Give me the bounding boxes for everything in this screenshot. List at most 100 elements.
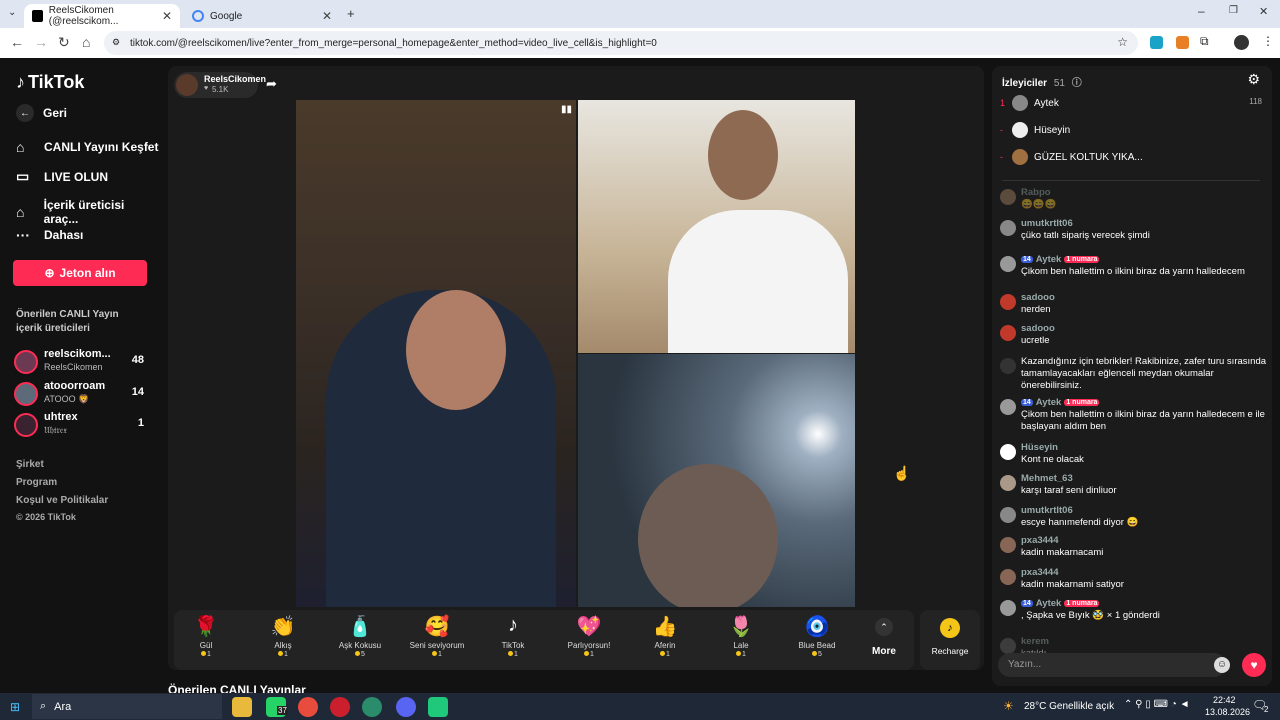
nav-explore-live[interactable]: ⌂ CANLI Yayını Keşfet <box>16 139 158 155</box>
heart-like-button[interactable]: ♥ <box>1242 653 1266 677</box>
opera-icon[interactable] <box>330 697 350 717</box>
video-guest-top[interactable] <box>578 100 855 353</box>
system-tray-icons[interactable]: ⌃ ⚲ ▯ ⌨ ◔ ◄ <box>1124 699 1189 710</box>
emoji-icon[interactable]: ☺ <box>1214 657 1230 673</box>
weather-text[interactable]: 28°C Genellikle açık <box>1024 701 1114 712</box>
metamask-icon[interactable] <box>1176 36 1189 49</box>
tab-tiktok[interactable]: ReelsCikomen (@reelscikom... ✕ <box>24 4 180 28</box>
bookmark-star-icon[interactable]: ☆ <box>1117 35 1128 49</box>
viewers-header[interactable]: İzleyiciler 51 ⓘ <box>1002 74 1082 89</box>
nav-more[interactable]: ··· Dahası <box>16 227 83 243</box>
discord-icon[interactable] <box>396 697 416 717</box>
chat-input[interactable]: Yazın... <box>998 653 1226 677</box>
restore-icon[interactable]: ❐ <box>1229 5 1238 16</box>
nav-creator-tools[interactable]: ⌂ İçerik üreticisi araç... <box>16 198 160 226</box>
tab-google[interactable]: Google ✕ <box>184 4 340 28</box>
forward-icon[interactable]: → <box>34 34 48 50</box>
creator-item[interactable]: reelscikom... ReelsCikomen 48 <box>14 348 154 376</box>
share-icon[interactable]: ➦ <box>266 76 277 92</box>
chat-username[interactable]: Aytek <box>1036 254 1062 265</box>
nav-go-live[interactable]: ▭ LIVE OLUN <box>16 168 108 185</box>
chat-username[interactable]: Mehmet_63 <box>1021 473 1073 484</box>
gift-name: Gül <box>199 641 213 650</box>
home-icon[interactable]: ⌂ <box>82 34 90 50</box>
price-value: 1 <box>666 651 670 658</box>
app-icon[interactable] <box>362 697 382 717</box>
chat-username[interactable]: Rabpo <box>1021 187 1051 198</box>
recharge-button[interactable]: ♪ Recharge <box>920 610 980 670</box>
gift-item[interactable]: 💖 Parlıyorsun! 1 <box>554 614 624 658</box>
chat-username[interactable]: umutkrtlt06 <box>1021 505 1073 516</box>
gift-item[interactable]: 🧿 Blue Bead 5 <box>782 614 852 658</box>
browser-menu-icon[interactable]: ⋮ <box>1262 34 1274 48</box>
video-guest-bottom[interactable] <box>578 354 855 607</box>
back-link[interactable]: ← Geri <box>16 104 67 122</box>
chat-username[interactable]: Aytek <box>1036 397 1062 408</box>
avatar[interactable] <box>1000 358 1016 374</box>
avatar[interactable] <box>1000 189 1016 205</box>
site-info-icon[interactable]: ⚙ <box>112 37 120 48</box>
clock-time[interactable]: 22:42 <box>1213 695 1236 705</box>
extensions-puzzle-icon[interactable]: ⧉ <box>1200 34 1209 49</box>
avatar[interactable] <box>1000 600 1016 616</box>
back-icon[interactable]: ← <box>10 34 24 50</box>
avatar[interactable] <box>1000 475 1016 491</box>
gift-item[interactable]: ♪ TikTok 1 <box>478 614 548 658</box>
chat-username[interactable]: pxa3444 <box>1021 567 1059 578</box>
video-main[interactable]: ▮▮ <box>296 100 576 607</box>
gift-item[interactable]: 🌷 Lale 1 <box>706 614 776 658</box>
top-viewer[interactable]: - Hüseyin <box>1000 122 1070 138</box>
creator-item[interactable]: atooorroam ATOOO 🦁 14 <box>14 380 154 408</box>
minimize-icon[interactable]: – <box>1198 4 1205 18</box>
taskbar-search[interactable]: ⌕ Ara <box>32 694 222 719</box>
gift-item[interactable]: 👏 Alkış 1 <box>248 614 318 658</box>
reload-icon[interactable]: ↻ <box>58 34 70 51</box>
gift-price: 1 <box>248 651 318 658</box>
footer-link-company[interactable]: Şirket <box>16 459 44 470</box>
avatar[interactable] <box>1000 256 1016 272</box>
avatar[interactable] <box>1000 399 1016 415</box>
avatar[interactable] <box>1000 444 1016 460</box>
tab-list-icon[interactable]: ⌄ <box>8 7 16 18</box>
top-viewer[interactable]: - GÜZEL KOLTUK YIKA... <box>1000 149 1143 165</box>
chat-username[interactable]: Aytek <box>1036 598 1062 609</box>
footer-link-program[interactable]: Program <box>16 477 57 488</box>
close-tab-icon[interactable]: ✕ <box>162 9 172 23</box>
get-coins-button[interactable]: ⊕ Jeton alın <box>13 260 147 286</box>
app-icon[interactable] <box>428 697 448 717</box>
tiktok-logo[interactable]: ♪ TikTok <box>16 72 84 93</box>
close-window-icon[interactable]: ✕ <box>1259 5 1268 18</box>
file-explorer-icon[interactable] <box>232 697 252 717</box>
avatar[interactable] <box>1000 294 1016 310</box>
gift-item[interactable]: 👍 Aferin 1 <box>630 614 700 658</box>
avatar[interactable] <box>1000 638 1016 654</box>
gift-item[interactable]: 🧴 Aşk Kokusu 5 <box>325 614 395 658</box>
chat-username[interactable]: Hüseyin <box>1021 442 1058 453</box>
close-tab-icon[interactable]: ✕ <box>322 9 332 23</box>
clock-date[interactable]: 13.08.2026 <box>1205 707 1250 717</box>
avatar[interactable] <box>1000 220 1016 236</box>
host-badge[interactable]: ReelsCikomen ♥ 5.1K <box>174 72 266 98</box>
chat-username[interactable]: sadooo <box>1021 292 1055 303</box>
chat-username[interactable]: kerem <box>1021 636 1049 647</box>
chat-username[interactable]: sadooo <box>1021 323 1055 334</box>
footer-link-terms[interactable]: Koşul ve Politikalar <box>16 495 108 506</box>
profile-avatar[interactable] <box>1234 35 1249 50</box>
chat-username[interactable]: pxa3444 <box>1021 535 1059 546</box>
top-viewer[interactable]: 1 Aytek <box>1000 95 1059 111</box>
gift-item[interactable]: 🌹 Gül 1 <box>171 614 241 658</box>
new-tab-icon[interactable]: + <box>347 6 355 21</box>
more-gifts-button[interactable]: ⌃ More <box>866 616 902 657</box>
chrome-icon[interactable] <box>298 697 318 717</box>
settings-gear-icon[interactable]: ⚙ <box>1247 71 1260 88</box>
creator-item[interactable]: uhtrex 𝔘𝔥𝔱𝔯𝔢𝔵 1 <box>14 411 154 439</box>
url-bar[interactable]: ⚙ tiktok.com/@reelscikomen/live?enter_fr… <box>104 31 1138 55</box>
gift-item[interactable]: 🥰 Seni seviyorum 1 <box>402 614 472 658</box>
avatar[interactable] <box>1000 507 1016 523</box>
avatar[interactable] <box>1000 569 1016 585</box>
avatar[interactable] <box>1000 537 1016 553</box>
windows-start-icon[interactable]: ⊞ <box>10 700 20 714</box>
chat-username[interactable]: umutkrtlt06 <box>1021 218 1073 229</box>
avatar[interactable] <box>1000 325 1016 341</box>
extension-icon[interactable] <box>1150 36 1163 49</box>
